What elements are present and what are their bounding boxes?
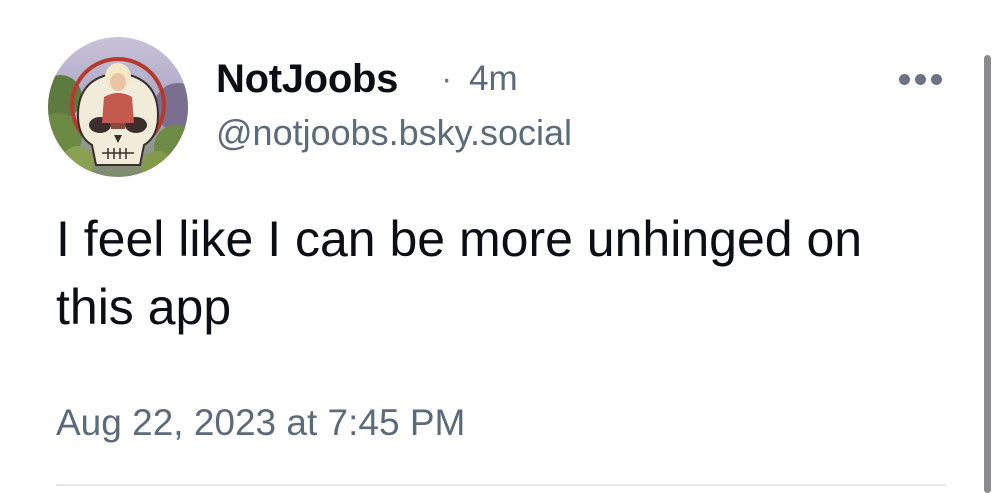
ellipsis-icon xyxy=(898,73,910,85)
avatar-image xyxy=(48,37,188,177)
post-date: Aug 22, 2023 at 7:45 PM xyxy=(56,402,466,443)
divider xyxy=(56,484,946,486)
avatar[interactable] xyxy=(48,37,188,177)
post-detail: NotJoobs · 4m @notjoobs.bsky.social I fe… xyxy=(0,0,1000,493)
more-options-button[interactable] xyxy=(892,64,948,94)
relative-timestamp[interactable]: 4m xyxy=(469,55,518,103)
meta-separator: · xyxy=(441,60,453,98)
ellipsis-icon xyxy=(914,73,926,85)
ellipsis-icon xyxy=(930,73,942,85)
post-text: I feel like I can be more unhinged on th… xyxy=(56,211,863,335)
author-handle[interactable]: @notjoobs.bsky.social xyxy=(216,110,572,156)
scrollbar[interactable] xyxy=(984,55,991,493)
author-display-name[interactable]: NotJoobs xyxy=(216,55,398,103)
